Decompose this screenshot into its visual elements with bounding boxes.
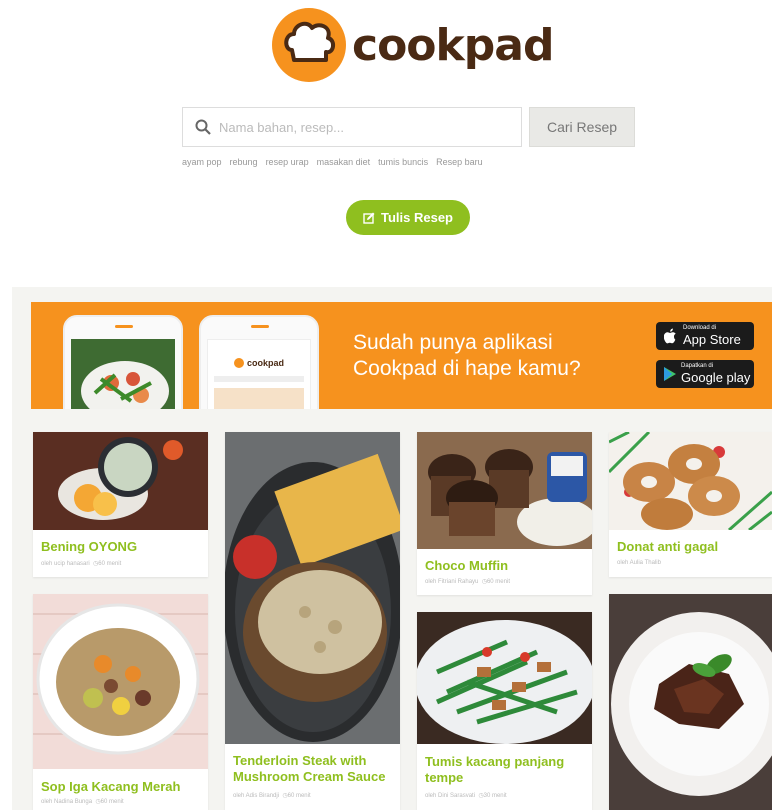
keyword-link[interactable]: masakan diet xyxy=(317,157,371,167)
recipe-author: oleh Fitriani Rahayu xyxy=(425,579,479,585)
recipe-title[interactable]: Bening OYONG xyxy=(41,539,201,555)
cookpad-logo[interactable]: cookpad xyxy=(272,8,554,82)
recipe-photo xyxy=(417,432,592,549)
recipe-meta: oleh Nadina Bunga ◷60 menit xyxy=(41,798,124,805)
recipe-title[interactable]: Tumis kacang panjang tempe xyxy=(425,754,590,786)
recipe-time: 60 menit xyxy=(100,799,124,805)
recipe-author: oleh Dini Sarasvati xyxy=(425,793,476,799)
recipe-time: 60 menit xyxy=(98,561,122,567)
edit-icon xyxy=(363,212,375,224)
brand-name: cookpad xyxy=(352,19,554,71)
keyword-link[interactable]: Resep baru xyxy=(436,157,483,167)
app-store-label: App Store xyxy=(683,332,741,347)
recipe-author: oleh ucip hanasari xyxy=(41,561,90,567)
app-store-button[interactable]: Download di App Store xyxy=(656,322,754,350)
search-icon xyxy=(195,119,211,135)
recipe-card[interactable]: Choco Muffin oleh Fitriani Rahayu ◷60 me… xyxy=(417,432,592,595)
recipe-time: 30 menit xyxy=(483,793,507,799)
recipe-photo xyxy=(417,612,592,744)
phone-mockup xyxy=(63,315,183,409)
recipe-photo xyxy=(609,594,772,810)
recipe-title[interactable]: Donat anti gagal xyxy=(617,539,767,555)
popular-keywords: ayam pop rebung resep urap masakan diet … xyxy=(182,157,483,167)
keyword-link[interactable]: rebung xyxy=(230,157,258,167)
recipe-card[interactable]: Tumis kacang panjang tempe oleh Dini Sar… xyxy=(417,612,592,810)
recipe-card[interactable] xyxy=(609,594,772,810)
search-field[interactable] xyxy=(182,107,522,147)
phone-mockup: cookpad xyxy=(199,315,319,409)
recipe-title[interactable]: Tenderloin Steak with Mushroom Cream Sau… xyxy=(233,753,398,785)
google-play-small: Dapatkan di xyxy=(681,363,714,369)
recipe-meta: oleh Aulia Thalib xyxy=(617,560,661,566)
chef-hat-icon xyxy=(272,8,346,82)
search-button[interactable]: Cari Resep xyxy=(529,107,635,147)
recipe-meta: oleh Fitriani Rahayu ◷60 menit xyxy=(425,578,510,585)
google-play-button[interactable]: Dapatkan di Google play xyxy=(656,360,754,388)
play-icon xyxy=(664,367,676,381)
app-store-small: Download di xyxy=(683,325,717,331)
recipe-photo xyxy=(33,594,208,769)
search-input[interactable] xyxy=(219,119,499,135)
write-recipe-label: Tulis Resep xyxy=(380,210,453,225)
recipe-time: 60 menit xyxy=(287,793,311,799)
recipe-meta: oleh Adis Birandji ◷60 menit xyxy=(233,792,311,799)
app-promo-banner[interactable]: cookpad Sudah punya aplikasi Cookpad di … xyxy=(31,302,772,409)
recipe-card[interactable]: Bening OYONG oleh ucip hanasari ◷60 meni… xyxy=(33,432,208,577)
recipe-photo xyxy=(225,432,400,744)
recipe-author: oleh Aulia Thalib xyxy=(617,560,661,566)
banner-message: Sudah punya aplikasi Cookpad di hape kam… xyxy=(353,331,581,380)
write-recipe-button[interactable]: Tulis Resep xyxy=(346,200,470,235)
keyword-link[interactable]: tumis buncis xyxy=(378,157,428,167)
google-play-label: Google play xyxy=(681,370,751,385)
recipe-card[interactable]: Donat anti gagal oleh Aulia Thalib xyxy=(609,432,772,577)
keyword-link[interactable]: ayam pop xyxy=(182,157,222,167)
keyword-link[interactable]: resep urap xyxy=(266,157,309,167)
recipe-photo xyxy=(609,432,772,530)
apple-icon xyxy=(664,328,676,344)
recipe-card[interactable]: Sop Iga Kacang Merah oleh Nadina Bunga ◷… xyxy=(33,594,208,810)
recipe-title[interactable]: Sop Iga Kacang Merah xyxy=(41,779,206,795)
search-bar: Cari Resep xyxy=(182,107,635,147)
recipe-photo xyxy=(33,432,208,530)
recipe-meta: oleh Dini Sarasvati ◷30 menit xyxy=(425,792,507,799)
recipe-title[interactable]: Choco Muffin xyxy=(425,558,585,574)
recipe-card[interactable]: Tenderloin Steak with Mushroom Cream Sau… xyxy=(225,432,400,810)
recipe-author: oleh Nadina Bunga xyxy=(41,799,93,805)
recipe-meta: oleh ucip hanasari ◷60 menit xyxy=(41,560,121,567)
recipe-time: 60 menit xyxy=(486,579,510,585)
recipe-author: oleh Adis Birandji xyxy=(233,793,280,799)
